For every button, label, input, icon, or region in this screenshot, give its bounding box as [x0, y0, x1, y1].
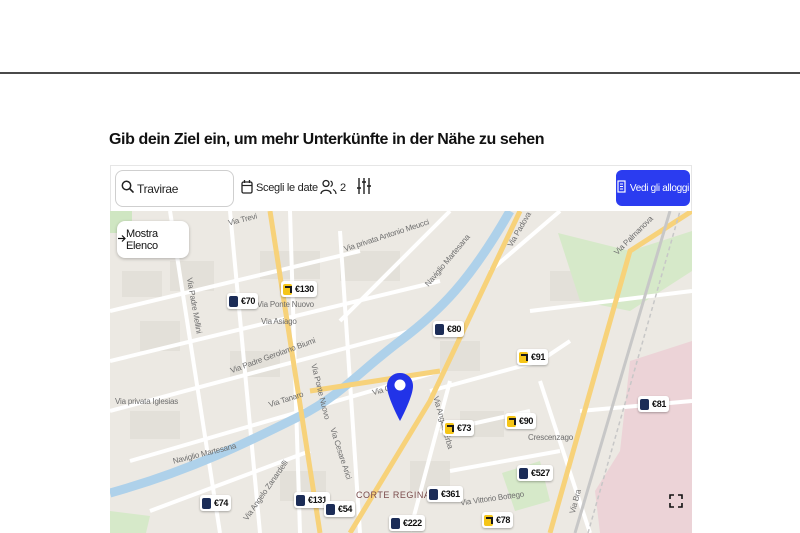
arrow-right-icon [117, 234, 126, 246]
price-marker[interactable]: €80 [433, 321, 465, 337]
search-icon [121, 180, 134, 198]
street-label: Via privata Iglesias [115, 397, 179, 406]
map-view[interactable]: Via Trevi Via privata Antonio Meucci Nav… [110, 211, 692, 533]
show-list-button[interactable]: Mostra Elenco [117, 221, 189, 258]
hotel-icon [326, 503, 335, 515]
search-toolbar: Travirae Scegli le date 2 Vedi gli allog… [110, 165, 692, 211]
street-label: Via Ponte Nuovo [257, 300, 314, 309]
hotel-icon [202, 497, 211, 509]
hotel-icon [429, 488, 438, 500]
price-marker[interactable]: €78 [482, 512, 514, 528]
deal-icon [519, 351, 528, 363]
building-icon [617, 180, 626, 196]
deal-icon [507, 415, 516, 427]
price-marker[interactable]: €527 [517, 465, 553, 481]
dates-label: Scegli le date [256, 182, 318, 194]
filters-button[interactable] [354, 177, 374, 199]
street-label: Crescenzago [528, 433, 573, 442]
price-marker[interactable]: €81 [638, 396, 670, 412]
district-label: CORTE REGINA [356, 490, 431, 500]
price-marker[interactable]: €91 [517, 349, 549, 365]
price-marker[interactable]: €54 [324, 501, 356, 517]
hotel-icon [519, 467, 528, 479]
sliders-icon [356, 177, 372, 200]
street-label: Via Asiago [261, 317, 297, 326]
hotel-icon [391, 517, 400, 529]
guests-count: 2 [340, 182, 347, 194]
price-marker[interactable]: €361 [427, 486, 463, 502]
guests-icon [320, 179, 337, 198]
deal-icon [445, 422, 454, 434]
price-marker[interactable]: €74 [200, 495, 232, 511]
price-marker[interactable]: €222 [389, 515, 425, 531]
hotel-icon [640, 398, 649, 410]
top-bar [0, 0, 800, 74]
price-marker[interactable]: €70 [227, 293, 259, 309]
hotel-icon [229, 295, 238, 307]
location-pin-icon[interactable] [385, 371, 415, 429]
view-button-label: Vedi gli alloggi [629, 182, 690, 194]
price-marker[interactable]: €130 [281, 281, 317, 297]
search-input[interactable]: Travirae [115, 170, 234, 207]
show-list-label: Mostra Elenco [126, 227, 158, 252]
deal-icon [484, 514, 493, 526]
calendar-icon [241, 179, 253, 197]
fullscreen-icon [669, 493, 683, 513]
search-value: Travirae [137, 181, 179, 196]
fullscreen-button[interactable] [665, 492, 687, 514]
view-accommodations-button[interactable]: Vedi gli alloggi [616, 170, 690, 206]
price-marker[interactable]: €90 [505, 413, 537, 429]
deal-icon [283, 283, 292, 295]
price-marker[interactable]: €73 [443, 420, 475, 436]
hotel-icon [435, 323, 444, 335]
guests-button[interactable]: 2 [320, 177, 346, 199]
hotel-icon [296, 494, 305, 506]
page-title: Gib dein Ziel ein, um mehr Unterkünfte i… [109, 131, 545, 148]
dates-button[interactable]: Scegli le date [241, 177, 318, 199]
